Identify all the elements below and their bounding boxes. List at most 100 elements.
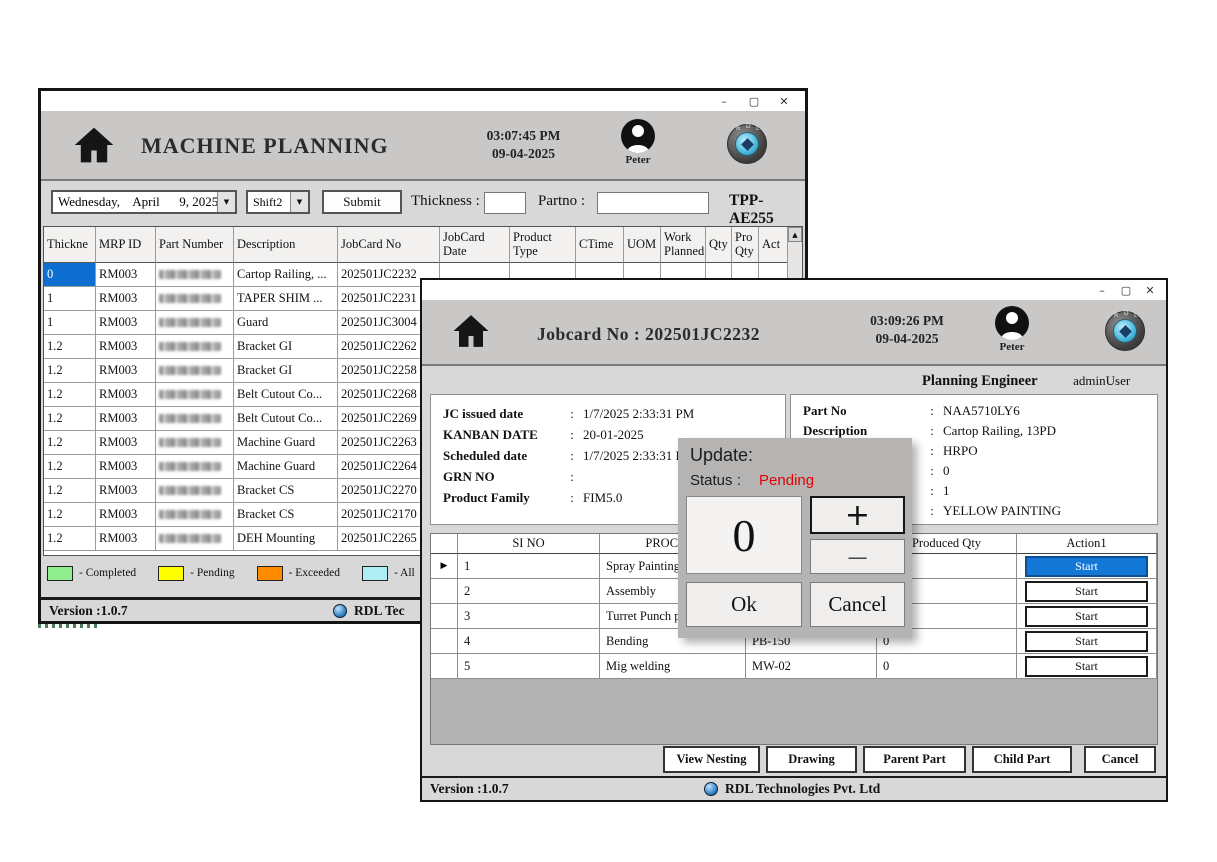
col-description[interactable]: Description xyxy=(234,227,338,263)
dialog-cancel-button[interactable]: Cancel xyxy=(810,582,905,627)
start-button[interactable]: Start xyxy=(1025,606,1148,627)
process-row[interactable]: 5Mig weldingMW-020Start xyxy=(431,654,1157,679)
col-product-type[interactable]: Product Type xyxy=(510,227,576,263)
table-cell[interactable]: Belt Cutout Co... xyxy=(234,407,338,431)
table-cell[interactable]: Bracket CS xyxy=(234,479,338,503)
table-cell[interactable]: RM003 xyxy=(96,527,156,551)
table-cell[interactable]: 1 xyxy=(44,311,96,335)
table-cell[interactable]: Bracket GI xyxy=(234,335,338,359)
chevron-down-icon[interactable]: ▼ xyxy=(290,192,308,212)
maximize-button[interactable]: ▢ xyxy=(1114,281,1138,299)
table-cell[interactable]: RM003 xyxy=(96,335,156,359)
col-action1[interactable]: Action1 xyxy=(1017,534,1157,554)
table-cell[interactable]: RM003 xyxy=(96,479,156,503)
home-icon[interactable] xyxy=(450,311,492,351)
start-button[interactable]: Start xyxy=(1025,631,1148,652)
table-cell[interactable]: RM003 xyxy=(96,359,156,383)
table-cell[interactable]: 1.2 xyxy=(44,527,96,551)
row-selector[interactable]: ▶ xyxy=(431,554,458,579)
table-cell[interactable]: Machine Guard xyxy=(234,455,338,479)
submit-button[interactable]: Submit xyxy=(322,190,402,214)
col-part-number[interactable]: Part Number xyxy=(156,227,234,263)
part-number-redacted[interactable] xyxy=(156,383,234,407)
table-cell[interactable]: 1.2 xyxy=(44,479,96,503)
part-number-redacted[interactable] xyxy=(156,527,234,551)
row-selector[interactable] xyxy=(431,629,458,654)
col-jobcard-no[interactable]: JobCard No xyxy=(338,227,440,263)
table-cell[interactable]: RM003 xyxy=(96,431,156,455)
user-avatar[interactable]: Peter xyxy=(987,306,1037,353)
table-cell[interactable]: Bracket GI xyxy=(234,359,338,383)
row-selector[interactable] xyxy=(431,654,458,679)
table-cell[interactable]: 1.2 xyxy=(44,455,96,479)
table-cell[interactable]: RM003 xyxy=(96,311,156,335)
partno-input[interactable] xyxy=(597,192,709,214)
table-cell[interactable]: Guard xyxy=(234,311,338,335)
col-work-planned[interactable]: Work Planned xyxy=(661,227,706,263)
table-cell[interactable]: RM003 xyxy=(96,503,156,527)
col-thickness[interactable]: Thickne xyxy=(44,227,96,263)
table-cell[interactable]: 1.2 xyxy=(44,383,96,407)
col-mrp-id[interactable]: MRP ID xyxy=(96,227,156,263)
part-number-redacted[interactable] xyxy=(156,263,234,287)
table-cell[interactable]: DEH Mounting xyxy=(234,527,338,551)
table-cell[interactable]: RM003 xyxy=(96,455,156,479)
decrement-button[interactable]: — xyxy=(810,539,905,574)
home-icon[interactable] xyxy=(71,123,117,167)
table-cell[interactable]: Cartop Railing, ... xyxy=(234,263,338,287)
user-avatar[interactable]: Peter xyxy=(613,119,663,166)
part-number-redacted[interactable] xyxy=(156,455,234,479)
table-cell[interactable]: RM003 xyxy=(96,263,156,287)
col-si-no[interactable]: SI NO xyxy=(458,534,600,554)
part-number-redacted[interactable] xyxy=(156,407,234,431)
scroll-up-icon[interactable]: ▲ xyxy=(788,227,802,242)
row-selector[interactable] xyxy=(431,579,458,604)
part-number-redacted[interactable] xyxy=(156,287,234,311)
table-cell[interactable]: RM003 xyxy=(96,407,156,431)
table-cell[interactable]: 1.2 xyxy=(44,431,96,455)
increment-button[interactable]: + xyxy=(810,496,905,534)
close-button[interactable]: ✕ xyxy=(1138,281,1162,299)
ok-button[interactable]: Ok xyxy=(686,582,802,627)
thickness-input[interactable] xyxy=(484,192,526,214)
parent-part-button[interactable]: Parent Part xyxy=(863,746,966,773)
maximize-button[interactable]: ▢ xyxy=(739,92,769,110)
part-number-redacted[interactable] xyxy=(156,359,234,383)
close-button[interactable]: ✕ xyxy=(769,92,799,110)
date-picker[interactable]: Wednesday, April 9, 2025 ▼ xyxy=(51,190,237,214)
table-cell[interactable]: Machine Guard xyxy=(234,431,338,455)
table-cell[interactable]: Belt Cutout Co... xyxy=(234,383,338,407)
col-qty[interactable]: Qty xyxy=(706,227,732,263)
shift-select[interactable]: Shift2 ▼ xyxy=(246,190,310,214)
table-cell[interactable]: 1.2 xyxy=(44,359,96,383)
part-number-redacted[interactable] xyxy=(156,431,234,455)
part-number-redacted[interactable] xyxy=(156,311,234,335)
col-uom[interactable]: UOM xyxy=(624,227,661,263)
cancel-button[interactable]: Cancel xyxy=(1084,746,1156,773)
minimize-button[interactable]: – xyxy=(709,92,739,110)
table-cell[interactable]: 1 xyxy=(44,287,96,311)
child-part-button[interactable]: Child Part xyxy=(972,746,1072,773)
col-ctime[interactable]: CTime xyxy=(576,227,624,263)
table-cell[interactable]: Bracket CS xyxy=(234,503,338,527)
view-nesting-button[interactable]: View Nesting xyxy=(663,746,760,773)
row-selector[interactable] xyxy=(431,604,458,629)
start-button[interactable]: Start xyxy=(1025,656,1148,677)
table-cell[interactable]: TAPER SHIM ... xyxy=(234,287,338,311)
table-cell[interactable]: 1.2 xyxy=(44,335,96,359)
part-number-redacted[interactable] xyxy=(156,479,234,503)
start-button[interactable]: Start xyxy=(1025,581,1148,602)
part-number-redacted[interactable] xyxy=(156,503,234,527)
start-button[interactable]: Start xyxy=(1025,556,1148,577)
table-cell[interactable]: 1.2 xyxy=(44,503,96,527)
col-pro-qty[interactable]: Pro Qty xyxy=(732,227,759,263)
table-cell[interactable]: 1.2 xyxy=(44,407,96,431)
table-cell[interactable]: RM003 xyxy=(96,287,156,311)
table-cell[interactable]: RM003 xyxy=(96,383,156,407)
table-cell[interactable]: 0 xyxy=(44,263,96,287)
col-jobcard-date[interactable]: JobCard Date xyxy=(440,227,510,263)
minimize-button[interactable]: – xyxy=(1090,281,1114,299)
chevron-down-icon[interactable]: ▼ xyxy=(217,192,235,212)
part-number-redacted[interactable] xyxy=(156,335,234,359)
col-act[interactable]: Act xyxy=(759,227,789,263)
